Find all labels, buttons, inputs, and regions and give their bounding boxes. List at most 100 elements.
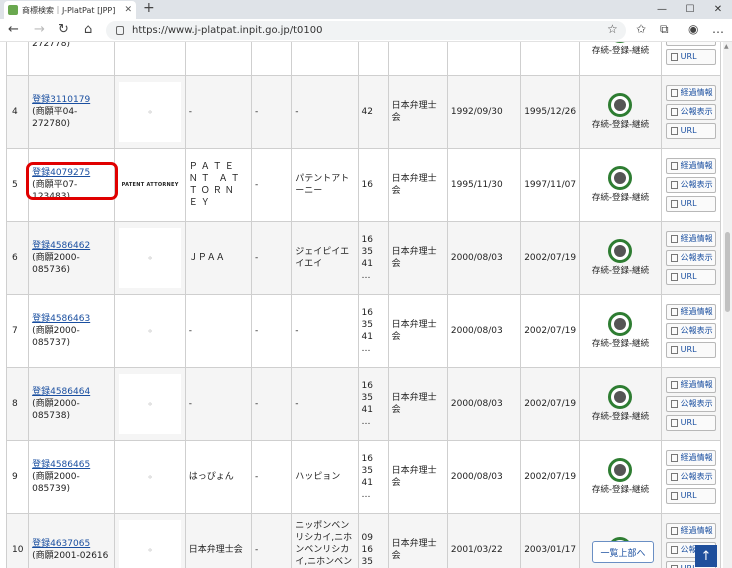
results-area: (商願平04-272778)◎会存続-登録-継続経過情報公報表示URL4登録31…	[0, 42, 723, 568]
url-button[interactable]: URL	[665, 196, 716, 212]
status-text: 存続-登録-継続	[591, 193, 650, 203]
publication-button[interactable]: 公報表示	[665, 250, 716, 266]
history-button[interactable]: 経過情報	[665, 304, 716, 320]
url-button[interactable]: URL	[665, 415, 716, 431]
row-number: 6	[5, 221, 30, 295]
url-button[interactable]: URL	[665, 488, 716, 504]
url-button[interactable]: URL	[665, 123, 716, 139]
status-text: 存続-登録-継続	[591, 120, 650, 130]
registration-link[interactable]: 登録4586462	[32, 241, 90, 251]
url-button[interactable]: URL	[665, 269, 716, 285]
link-icon	[670, 127, 678, 135]
goods-classes: 16 35 41…	[357, 367, 389, 441]
trademark-name: はっぴょん	[184, 440, 253, 514]
new-tab-icon[interactable]: +	[143, 0, 155, 16]
dash-cell: -	[251, 221, 293, 295]
action-buttons: 経過情報公報表示URL	[660, 42, 722, 76]
trademark-reading: -	[291, 294, 359, 368]
application-date	[446, 42, 522, 76]
tab-title: 商標検索｜J-PlatPat [JPP]	[22, 5, 116, 15]
publication-button[interactable]: 公報表示	[665, 469, 716, 485]
registration-date	[520, 42, 581, 76]
application-number: (商願2001-02616	[32, 551, 109, 561]
table-row: 7 登録4586463 (商願2000-085737) ◎ - - -16 35 41… 日本弁理…	[5, 294, 722, 368]
profile-icon[interactable]: ◉	[688, 22, 698, 36]
dash-cell: -	[251, 367, 293, 441]
link-icon	[670, 346, 678, 354]
close-window-icon[interactable]: ✕	[704, 0, 732, 19]
collections-icon[interactable]: ⧉	[660, 22, 669, 37]
row-number	[5, 42, 30, 76]
favorite-star-icon[interactable]: ☆	[607, 22, 618, 36]
trademark-reading	[291, 42, 359, 76]
registration-link[interactable]: 登録4586464	[32, 387, 90, 397]
trademark-image: ◎	[148, 547, 152, 552]
back-to-list-top-button[interactable]: 一覧上部へ	[592, 541, 654, 563]
application-number: (商願平04-272780)	[32, 107, 78, 129]
trademark-image: ◎	[148, 401, 152, 406]
minimize-icon[interactable]: —	[648, 0, 676, 19]
registration-date: 2002/07/19	[520, 440, 581, 514]
publication-button[interactable]: 公報表示	[665, 42, 716, 46]
url-button[interactable]: URL	[665, 49, 716, 65]
applicant: 会	[387, 42, 448, 76]
trademark-image: ◎	[148, 109, 152, 114]
publication-button[interactable]: 公報表示	[665, 177, 716, 193]
tab-close-icon[interactable]: ✕	[124, 5, 132, 15]
registration-link[interactable]: 登録3110179	[32, 95, 90, 105]
history-button[interactable]: 経過情報	[665, 85, 716, 101]
document-icon	[670, 181, 678, 189]
back-icon[interactable]: ←	[8, 22, 19, 37]
trademark-image-box: ◎	[119, 82, 182, 142]
document-icon	[670, 308, 678, 316]
application-date: 2001/03/22	[446, 513, 522, 568]
link-icon	[670, 273, 678, 281]
goods-classes	[357, 42, 389, 76]
registration-link[interactable]: 登録4586465	[32, 460, 90, 470]
status-cell: 存続-登録-継続	[579, 294, 662, 368]
dash-cell: -	[251, 513, 293, 568]
trademark-logo-text: PATENT ATTORNEY	[121, 182, 179, 188]
history-button[interactable]: 経過情報	[665, 231, 716, 247]
forward-icon[interactable]: →	[34, 22, 45, 37]
maximize-icon[interactable]: ☐	[676, 0, 704, 19]
address-bar[interactable]: https://www.j-platpat.inpit.go.jp/t0100	[106, 21, 626, 40]
trademark-image-box: ◎	[119, 520, 182, 568]
trademark-image-box: ◎	[119, 447, 182, 507]
applicant: 日本弁理士会	[387, 294, 448, 368]
scroll-up-icon[interactable]: ▲	[724, 43, 729, 50]
trademark-image: ◎	[148, 328, 152, 333]
status-text: 存続-登録-継続	[591, 412, 650, 422]
scrollbar-thumb[interactable]	[725, 232, 730, 312]
registration-link[interactable]: 登録4637065	[32, 539, 90, 549]
browser-tab[interactable]: 商標検索｜J-PlatPat [JPP] ✕	[4, 1, 136, 19]
history-button[interactable]: 経過情報	[665, 377, 716, 393]
history-button[interactable]: 経過情報	[665, 450, 716, 466]
trademark-reading: パテントアトーニー	[291, 148, 359, 222]
applicant: 日本弁理士会	[387, 221, 448, 295]
publication-button[interactable]: 公報表示	[665, 323, 716, 339]
status-text: 存続-登録-継続	[591, 339, 650, 349]
refresh-icon[interactable]: ↻	[58, 22, 69, 37]
status-text: 存続-登録-継続	[591, 46, 650, 56]
trademark-image-box: PATENT ATTORNEY	[119, 155, 182, 215]
history-button[interactable]: 経過情報	[665, 158, 716, 174]
application-date: 2000/08/03	[446, 221, 522, 295]
application-date: 2000/08/03	[446, 294, 522, 368]
history-button[interactable]: 経過情報	[665, 523, 716, 539]
menu-icon[interactable]: …	[712, 22, 724, 36]
registration-link[interactable]: 登録4586463	[32, 314, 90, 324]
trademark-image: ◎	[148, 474, 152, 479]
publication-button[interactable]: 公報表示	[665, 104, 716, 120]
trademark-reading: ジェイピイエイエイ	[291, 221, 359, 295]
trademark-image-box: ◎	[119, 374, 182, 434]
home-icon[interactable]: ⌂	[84, 22, 92, 37]
applicant: 日本弁理士会	[387, 513, 448, 568]
publication-button[interactable]: 公報表示	[665, 396, 716, 412]
link-icon	[670, 200, 678, 208]
url-button[interactable]: URL	[665, 342, 716, 358]
favorites-list-icon[interactable]: ✩	[636, 22, 646, 36]
scroll-top-arrow-icon[interactable]: ↑	[695, 545, 717, 567]
application-number: (商願2000-085738)	[32, 399, 80, 421]
registration-link[interactable]: 登録4079275	[32, 168, 90, 178]
